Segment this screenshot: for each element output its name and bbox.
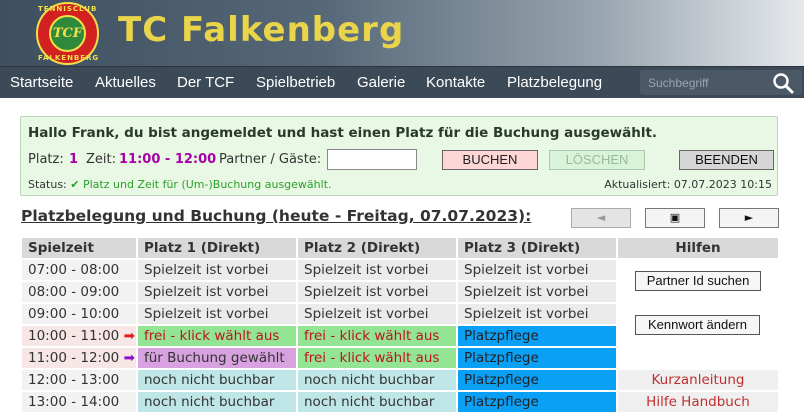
nav-spielbetrieb[interactable]: Spielbetrieb — [256, 74, 335, 91]
arrow-right-icon: ➡ — [123, 350, 135, 366]
slot-not-bookable: noch nicht buchbar — [138, 392, 296, 412]
slot-maintenance: Platzpflege — [458, 392, 616, 412]
today-button[interactable]: ▣ — [645, 208, 705, 228]
check-icon: ✔ — [70, 178, 80, 191]
club-logo[interactable]: TENNISCLUB TCF FALKENBERG — [36, 2, 99, 65]
arrow-right-icon: ➡ — [123, 328, 135, 344]
header-platz-2: Platz 2 (Direkt) — [298, 238, 456, 258]
slot-not-bookable: noch nicht buchbar — [298, 370, 456, 390]
partner-input[interactable] — [327, 149, 417, 170]
slot-maintenance: Platzpflege — [458, 370, 616, 390]
loeschen-button[interactable]: LÖSCHEN — [549, 150, 645, 170]
prev-day-button[interactable]: ◄ — [571, 208, 631, 228]
slot-free-platz-1[interactable]: frei - klick wählt aus — [138, 326, 296, 346]
site-header: TENNISCLUB TCF FALKENBERG TC Falkenberg — [0, 0, 804, 66]
nav-galerie[interactable]: Galerie — [357, 74, 405, 91]
greeting-text: Hallo Frank, du bist angemeldet und hast… — [28, 125, 658, 141]
beenden-button[interactable]: BEENDEN — [679, 150, 774, 170]
handbuch-link[interactable]: Hilfe Handbuch — [618, 392, 778, 412]
change-password-button[interactable]: Kennwort ändern — [635, 315, 760, 335]
logo-top-text: TENNISCLUB — [38, 5, 98, 13]
search-icon[interactable] — [772, 72, 794, 94]
slot-not-bookable: noch nicht buchbar — [138, 370, 296, 390]
slot-not-bookable: noch nicht buchbar — [298, 392, 456, 412]
slot-selected-platz-1[interactable]: für Buchung gewählt — [138, 348, 296, 368]
slot-maintenance: Platzpflege — [458, 326, 616, 346]
logo-bottom-text: FALKENBERG — [38, 54, 100, 62]
booking-panel: Hallo Frank, du bist angemeldet und hast… — [20, 116, 778, 196]
slot-maintenance: Platzpflege — [458, 348, 616, 368]
slot-cell: Spielzeit ist vorbei — [138, 304, 296, 324]
time-cell: 07:00 - 08:00 — [22, 260, 136, 280]
time-cell: 11:00 - 12:00 ➡ — [22, 348, 136, 368]
slot-cell: Spielzeit ist vorbei — [298, 260, 456, 280]
next-day-button[interactable]: ► — [719, 208, 779, 228]
nav-aktuelles[interactable]: Aktuelles — [95, 74, 156, 91]
partner-id-search-button[interactable]: Partner Id suchen — [635, 271, 761, 291]
main-nav: Startseite Aktuelles Der TCF Spielbetrie… — [0, 66, 804, 98]
search-box — [640, 70, 802, 95]
slot-cell: Spielzeit ist vorbei — [298, 282, 456, 302]
time-cell: 13:00 - 14:00 — [22, 392, 136, 412]
header-spielzeit: Spielzeit — [22, 238, 136, 258]
slot-cell: Spielzeit ist vorbei — [298, 304, 456, 324]
time-cell: 08:00 - 09:00 — [22, 282, 136, 302]
slot-cell: Spielzeit ist vorbei — [138, 260, 296, 280]
updated-timestamp: Aktualisiert: 07.07.2023 10:15 — [604, 178, 772, 191]
nav-platzbelegung[interactable]: Platzbelegung — [507, 74, 602, 91]
header-platz-3: Platz 3 (Direkt) — [458, 238, 616, 258]
slot-cell: Spielzeit ist vorbei — [458, 304, 616, 324]
slot-cell: Spielzeit ist vorbei — [458, 282, 616, 302]
time-cell: 10:00 - 11:00 ➡ — [22, 326, 136, 346]
nav-der-tcf[interactable]: Der TCF — [177, 74, 234, 91]
status-label: Status: — [28, 178, 67, 191]
zeit-label: Zeit: — [86, 152, 116, 167]
slot-free-platz-2[interactable]: frei - klick wählt aus — [298, 326, 456, 346]
site-title: TC Falkenberg — [118, 10, 405, 50]
platz-label: Platz: — [28, 152, 64, 167]
nav-startseite[interactable]: Startseite — [10, 74, 73, 91]
kurzanleitung-link[interactable]: Kurzanleitung — [618, 370, 778, 390]
time-cell: 12:00 - 13:00 — [22, 370, 136, 390]
slot-cell: Spielzeit ist vorbei — [458, 260, 616, 280]
schedule-title: Platzbelegung und Buchung (heute - Freit… — [21, 207, 532, 225]
status-line: Status: ✔ Platz und Zeit für (Um-)Buchun… — [28, 178, 332, 191]
slot-cell: Spielzeit ist vorbei — [138, 282, 296, 302]
time-text: 10:00 - 11:00 — [28, 328, 120, 344]
zeit-value: 11:00 - 12:00 — [119, 152, 217, 167]
partner-label: Partner / Gäste: — [219, 152, 322, 167]
header-platz-1: Platz 1 (Direkt) — [138, 238, 296, 258]
logo-center-text: TCF — [52, 26, 83, 41]
time-text: 11:00 - 12:00 — [28, 350, 120, 366]
status-text: Platz und Zeit für (Um-)Buchung ausgewäh… — [82, 178, 332, 191]
nav-kontakte[interactable]: Kontakte — [426, 74, 485, 91]
logo-center: TCF — [49, 15, 86, 52]
header-hilfen: Hilfen — [618, 238, 778, 258]
platz-value: 1 — [69, 152, 79, 167]
search-input[interactable] — [640, 70, 768, 95]
slot-free-platz-2[interactable]: frei - klick wählt aus — [298, 348, 456, 368]
time-cell: 09:00 - 10:00 — [22, 304, 136, 324]
buchen-button[interactable]: BUCHEN — [442, 150, 538, 170]
